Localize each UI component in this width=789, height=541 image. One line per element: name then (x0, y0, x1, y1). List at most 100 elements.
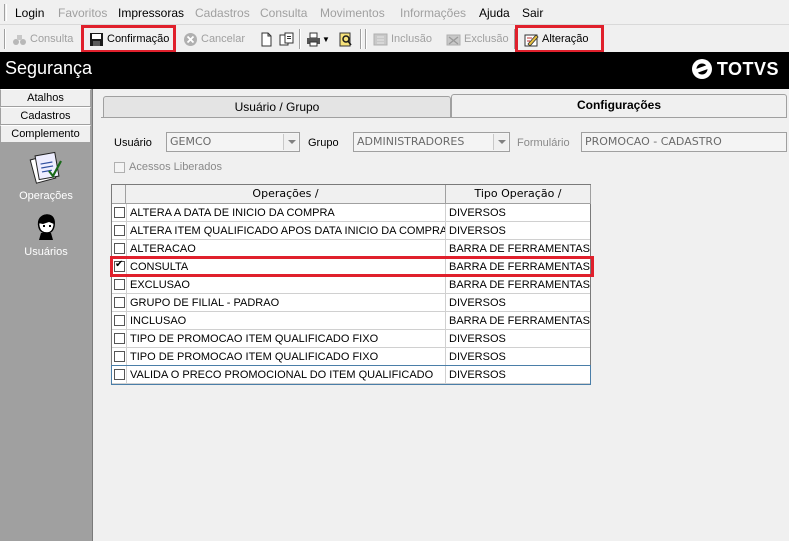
binoculars-icon (12, 32, 27, 47)
toolbar-separator (4, 29, 6, 49)
menu-ajuda[interactable]: Ajuda (479, 6, 510, 20)
preview-search-icon (338, 32, 353, 47)
totvs-logo-icon (691, 59, 712, 79)
copy-document-icon (279, 32, 294, 47)
tipo-operacao-cell: DIVERSOS (449, 297, 506, 309)
totvs-logo: TOTVS (691, 58, 779, 80)
tipo-operacao-cell: DIVERSOS (449, 225, 506, 237)
row-checkbox[interactable] (114, 243, 125, 254)
table-header-tipo-operacao[interactable]: Tipo Operação / (446, 185, 591, 204)
table-row[interactable]: EXCLUSAO BARRA DE FERRAMENTAS (112, 276, 590, 294)
operacao-cell: ALTERA A DATA DE INICIO DA COMPRA (126, 204, 446, 222)
operacao-cell: GRUPO DE FILIAL - PADRAO (126, 294, 446, 312)
operacao-cell: INCLUSAO (126, 312, 446, 330)
tipo-operacao-cell: DIVERSOS (449, 351, 506, 363)
tipo-operacao-cell: DIVERSOS (449, 369, 506, 381)
clipboard-check-icon (29, 151, 62, 184)
grupo-label: Grupo (308, 137, 339, 149)
grupo-select-value: ADMINISTRADORES (357, 135, 465, 148)
inclusao-label: Inclusão (391, 33, 432, 45)
user-icon (37, 214, 55, 240)
new-document-button[interactable] (259, 29, 277, 49)
highlight-consulta-row (110, 256, 594, 277)
sidebar: Atalhos Cadastros Complemento Operações … (0, 89, 92, 541)
table-row[interactable]: INCLUSAO BARRA DE FERRAMENTAS (112, 312, 590, 330)
menu-login[interactable]: Login (15, 6, 44, 20)
tipo-operacao-cell: BARRA DE FERRAMENTAS (449, 315, 590, 327)
sidebar-tab-complemento[interactable]: Complemento (0, 125, 91, 143)
menu-favoritos[interactable]: Favoritos (58, 6, 107, 20)
sidebar-tab-atalhos[interactable]: Atalhos (0, 89, 91, 107)
delete-record-icon (446, 32, 461, 47)
row-checkbox[interactable] (114, 279, 125, 290)
cancel-icon (183, 32, 198, 47)
row-checkbox[interactable] (114, 333, 125, 344)
operacao-cell: TIPO DE PROMOCAO ITEM QUALIFICADO FIXO (126, 330, 446, 348)
menu-cadastros[interactable]: Cadastros (195, 6, 250, 20)
table-row[interactable]: ALTERA ITEM QUALIFICADO APOS DATA INICIO… (112, 222, 590, 240)
menu-consulta[interactable]: Consulta (260, 6, 307, 20)
exclusao-label: Exclusão (464, 33, 509, 45)
operacao-cell: VALIDA O PRECO PROMOCIONAL DO ITEM QUALI… (126, 366, 446, 384)
table-row[interactable]: VALIDA O PRECO PROMOCIONAL DO ITEM QUALI… (111, 365, 591, 385)
usuario-select[interactable]: GEMCO (166, 132, 300, 152)
row-checkbox[interactable] (114, 225, 125, 236)
window-title-bar: Segurança TOTVS (0, 52, 789, 89)
grupo-select[interactable]: ADMINISTRADORES (353, 132, 510, 152)
tipo-operacao-cell: DIVERSOS (449, 207, 506, 219)
operacao-cell: ALTERA ITEM QUALIFICADO APOS DATA INICIO… (126, 222, 446, 240)
row-checkbox[interactable] (114, 351, 125, 362)
table-row[interactable]: GRUPO DE FILIAL - PADRAO DIVERSOS (112, 294, 590, 312)
tab-usuario-grupo[interactable]: Usuário / Grupo (103, 96, 451, 118)
menu-grip (4, 4, 7, 21)
operacao-cell: EXCLUSAO (126, 276, 446, 294)
inclusao-button[interactable]: Inclusão (373, 29, 432, 49)
add-record-icon (373, 32, 388, 47)
sidebar-item-operacoes[interactable]: Operações (0, 151, 92, 202)
consulta-button[interactable]: Consulta (12, 29, 73, 49)
menu-movimentos[interactable]: Movimentos (320, 6, 385, 20)
totvs-logo-text: TOTVS (716, 58, 779, 79)
highlight-alteracao (515, 25, 604, 53)
menu-impressoras[interactable]: Impressoras (118, 6, 184, 20)
usuario-label: Usuário (114, 137, 152, 149)
table-row[interactable]: ALTERA A DATA DE INICIO DA COMPRA DIVERSO… (112, 204, 590, 222)
chevron-down-icon[interactable] (283, 134, 298, 150)
cancelar-button[interactable]: Cancelar (183, 29, 245, 49)
chevron-down-icon[interactable] (493, 134, 508, 150)
new-document-icon (259, 32, 274, 47)
menu-sair[interactable]: Sair (522, 6, 543, 20)
row-checkbox[interactable] (114, 369, 125, 380)
print-button[interactable]: ▼ (306, 29, 330, 49)
tab-configuracoes[interactable]: Configurações (451, 94, 787, 118)
printer-icon (306, 32, 321, 47)
sidebar-tab-cadastros[interactable]: Cadastros (0, 107, 91, 125)
sidebar-item-usuarios-label: Usuários (24, 246, 68, 258)
copy-document-button[interactable] (279, 29, 297, 49)
acessos-liberados-label: Acessos Liberados (129, 161, 222, 173)
row-checkbox[interactable] (114, 315, 125, 326)
consulta-label: Consulta (30, 33, 74, 45)
table-row[interactable]: TIPO DE PROMOCAO ITEM QUALIFICADO FIXO DI… (112, 348, 590, 366)
row-checkbox[interactable] (114, 207, 125, 218)
menu-bar: Login Favoritos Impressoras Cadastros Co… (0, 0, 789, 25)
table-row[interactable]: TIPO DE PROMOCAO ITEM QUALIFICADO FIXO DI… (112, 330, 590, 348)
formulario-field-value: PROMOCAO - CADASTRO (585, 135, 722, 148)
sidebar-item-operacoes-label: Operações (19, 190, 73, 202)
preview-button[interactable] (338, 29, 356, 49)
operations-table: Operações / Tipo Operação / ALTERA A DAT… (111, 184, 591, 385)
row-checkbox[interactable] (114, 297, 125, 308)
toolbar-separator (360, 29, 362, 49)
acessos-liberados-checkbox[interactable] (114, 162, 125, 173)
sidebar-item-usuarios[interactable]: Usuários (0, 213, 92, 258)
menu-informacoes[interactable]: Informações (400, 6, 466, 20)
exclusao-button[interactable]: Exclusão (446, 29, 509, 49)
operacao-cell: TIPO DE PROMOCAO ITEM QUALIFICADO FIXO (126, 348, 446, 366)
table-header-operacoes[interactable]: Operações / (126, 185, 446, 204)
formulario-field[interactable]: PROMOCAO - CADASTRO (581, 132, 787, 152)
toolbar-separator (365, 29, 367, 49)
chevron-down-icon: ▼ (322, 34, 330, 44)
tipo-operacao-cell: DIVERSOS (449, 333, 506, 345)
toolbar-separator (299, 29, 301, 49)
cancelar-label: Cancelar (201, 33, 246, 45)
